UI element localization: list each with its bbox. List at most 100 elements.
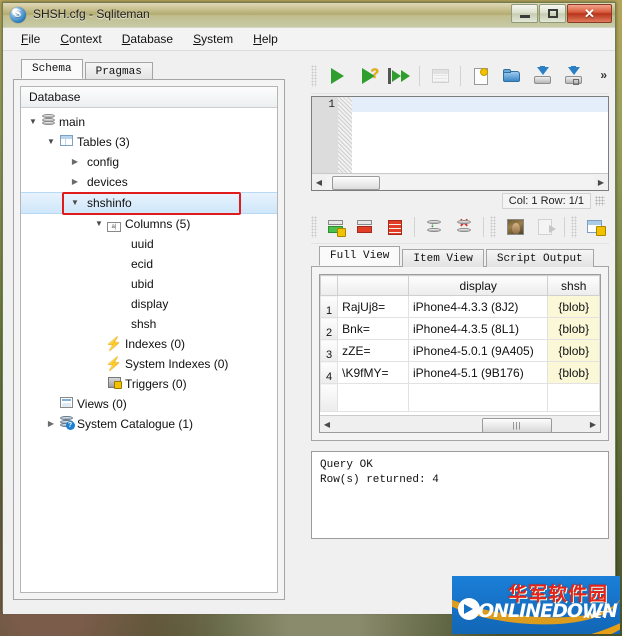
cell-display[interactable]: iPhone4-5.1 (9B176) <box>407 361 549 384</box>
tree-item-system-indexes[interactable]: ⚡ System Indexes (0) <box>21 354 277 374</box>
tab-item-view[interactable]: Item View <box>402 249 484 267</box>
sql-editor[interactable]: 1 ◀ ▶ <box>311 96 609 191</box>
tree-item-system-catalogue[interactable]: ▶ ? System Catalogue (1) <box>21 414 277 434</box>
toolbar-overflow-button[interactable]: » <box>600 68 607 82</box>
menu-context[interactable]: Context <box>50 29 111 49</box>
run-explain-button[interactable]: ? <box>354 62 382 90</box>
toolbar-grip[interactable] <box>570 216 577 238</box>
step-through-button[interactable] <box>385 62 413 90</box>
open-sql-button[interactable] <box>498 62 526 90</box>
column-header-partial[interactable] <box>337 275 409 296</box>
tab-full-view[interactable]: Full View <box>319 246 401 266</box>
truncate-icon <box>387 219 402 235</box>
scroll-track[interactable]: ||| <box>334 417 586 432</box>
toolbar-grip[interactable] <box>311 65 317 87</box>
tree-label: ecid <box>131 257 154 271</box>
tree-label: main <box>59 115 86 129</box>
column-header-rownum[interactable] <box>320 275 339 296</box>
new-sql-button[interactable] <box>467 62 495 90</box>
row-number[interactable]: 1 <box>320 295 339 318</box>
tree-item-triggers[interactable]: Triggers (0) <box>21 374 277 394</box>
tab-script-output[interactable]: Script Output <box>485 249 594 267</box>
database-tree[interactable]: Database ▼ main ▼ Tables (3) ▶ config ▶ … <box>20 86 278 593</box>
cell-shsh[interactable]: {blob} <box>547 295 600 318</box>
toolbar-grip[interactable] <box>490 216 496 238</box>
resize-grip[interactable] <box>595 196 605 206</box>
cell-shsh[interactable]: {blob} <box>547 317 600 340</box>
tree-item-devices[interactable]: ▶ devices <box>21 172 277 192</box>
cell-empty <box>407 383 549 412</box>
table-row[interactable]: 1 RajUj8= iPhone4-4.3.3 (8J2) {blob} <box>320 295 600 318</box>
table-row[interactable]: 2 Bnk= iPhone4-4.3.5 (8L1) {blob} <box>320 317 600 340</box>
menu-help[interactable]: Help <box>243 29 288 49</box>
tab-pragmas[interactable]: Pragmas <box>84 62 153 80</box>
tree-item-main[interactable]: ▼ main <box>21 112 277 132</box>
row-number[interactable]: 4 <box>320 361 339 384</box>
column-header-shsh[interactable]: shsh <box>547 275 600 296</box>
result-tabbar: Full View Item View Script Output <box>311 246 609 267</box>
truncate-table-button[interactable] <box>382 213 409 241</box>
scroll-thumb[interactable] <box>332 176 380 190</box>
cell-partial[interactable]: \K9fMY= <box>337 361 409 384</box>
tree-item-ecid[interactable]: ecid <box>21 254 277 274</box>
maximize-button[interactable] <box>539 4 566 23</box>
blob-preview-button[interactable] <box>502 213 529 241</box>
expand-arrow-icon[interactable]: ▼ <box>93 214 105 234</box>
scroll-right-icon[interactable]: ▶ <box>594 178 608 187</box>
scroll-left-icon[interactable]: ◀ <box>320 420 334 429</box>
save-sql-button[interactable] <box>529 62 557 90</box>
run-sql-button[interactable] <box>323 62 351 90</box>
tree-item-shshinfo[interactable]: ▼ shshinfo <box>21 192 277 214</box>
collapse-arrow-icon[interactable]: ▶ <box>45 414 57 434</box>
tree-item-display[interactable]: display <box>21 294 277 314</box>
cell-shsh[interactable]: {blob} <box>547 339 600 362</box>
table-row[interactable]: 3 zZE= iPhone4-5.0.1 (9A405) {blob} <box>320 339 600 362</box>
row-number[interactable]: 2 <box>320 317 339 340</box>
tree-item-columns[interactable]: ▼ a| Columns (5) <box>21 214 277 234</box>
table-row[interactable]: 4 \K9fMY= iPhone4-5.1 (9B176) {blob} <box>320 361 600 384</box>
save-as-sql-button[interactable] <box>560 62 588 90</box>
expand-arrow-icon[interactable]: ▼ <box>45 132 57 152</box>
menu-system[interactable]: System <box>183 29 243 49</box>
tree-item-shsh[interactable]: shsh <box>21 314 277 334</box>
delete-row-button[interactable] <box>352 213 379 241</box>
tab-schema[interactable]: Schema <box>21 59 83 79</box>
tree-item-ubid[interactable]: ubid <box>21 274 277 294</box>
cell-display[interactable]: iPhone4-4.3.3 (8J2) <box>407 295 549 318</box>
cell-display[interactable]: iPhone4-4.3.5 (8L1) <box>407 317 549 340</box>
tree-item-uuid[interactable]: uuid <box>21 234 277 254</box>
cell-partial[interactable]: RajUj8= <box>337 295 409 318</box>
scroll-left-icon[interactable]: ◀ <box>312 178 326 187</box>
insert-row-button[interactable] <box>323 213 350 241</box>
column-header-display[interactable]: display <box>407 275 549 296</box>
expand-arrow-icon[interactable]: ▼ <box>69 193 81 213</box>
collapse-arrow-icon[interactable]: ▶ <box>69 172 81 192</box>
rollback-button[interactable]: ✕ <box>451 213 478 241</box>
menu-database[interactable]: Database <box>112 29 183 49</box>
export-data-button[interactable] <box>531 213 558 241</box>
collapse-arrow-icon[interactable]: ▶ <box>69 152 81 172</box>
minimize-button[interactable] <box>511 4 538 23</box>
toolbar-grip[interactable] <box>311 216 317 238</box>
editor-horizontal-scrollbar[interactable]: ◀ ▶ <box>312 173 608 190</box>
cell-shsh[interactable]: {blob} <box>547 361 600 384</box>
scroll-right-icon[interactable]: ▶ <box>586 420 600 429</box>
tree-item-config[interactable]: ▶ config <box>21 152 277 172</box>
new-view-button[interactable] <box>583 213 610 241</box>
expand-arrow-icon[interactable]: ▼ <box>27 112 39 132</box>
scroll-track[interactable] <box>326 175 594 190</box>
tree-item-indexes[interactable]: ⚡ Indexes (0) <box>21 334 277 354</box>
tree-item-tables[interactable]: ▼ Tables (3) <box>21 132 277 152</box>
show-grid-button[interactable] <box>426 62 454 90</box>
menu-file[interactable]: File <box>11 29 50 49</box>
commit-button[interactable]: ↓ <box>421 213 448 241</box>
close-button[interactable]: ✕ <box>567 4 612 23</box>
result-grid[interactable]: display shsh 1 RajUj8= iPhone4-4.3.3 (8J… <box>319 274 601 433</box>
scroll-thumb[interactable]: ||| <box>482 418 552 432</box>
grid-horizontal-scrollbar[interactable]: ◀ ||| ▶ <box>320 415 600 432</box>
cell-partial[interactable]: Bnk= <box>337 317 409 340</box>
cell-partial[interactable]: zZE= <box>337 339 409 362</box>
cell-display[interactable]: iPhone4-5.0.1 (9A405) <box>407 339 549 362</box>
tree-item-views[interactable]: Views (0) <box>21 394 277 414</box>
row-number[interactable]: 3 <box>320 339 339 362</box>
